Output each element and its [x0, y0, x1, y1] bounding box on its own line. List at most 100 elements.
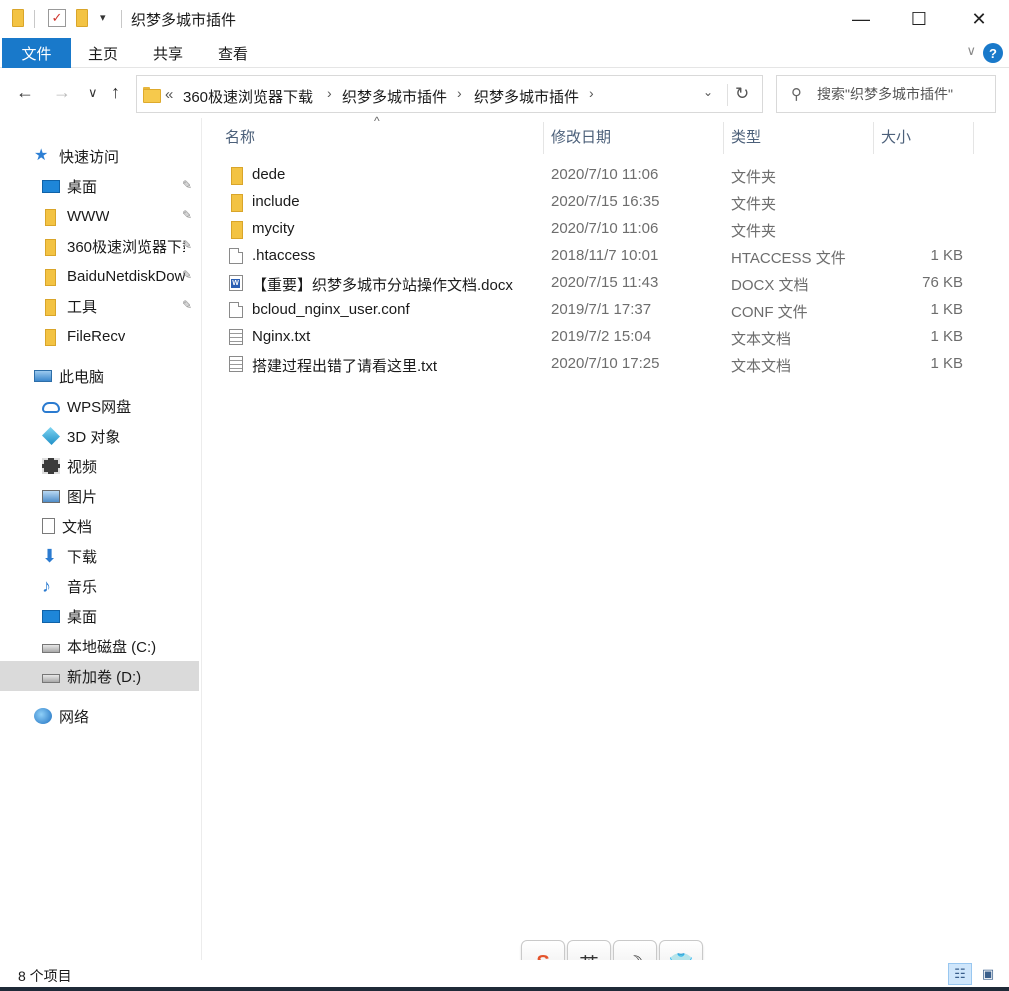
- column-divider[interactable]: [723, 122, 724, 154]
- refresh-button[interactable]: ↻: [735, 84, 749, 104]
- drive-icon: [42, 674, 60, 683]
- column-divider[interactable]: [543, 122, 544, 154]
- back-button[interactable]: ←: [16, 82, 34, 103]
- nav-label: 网络: [59, 708, 90, 726]
- file-list[interactable]: ^ 名称 修改日期 类型 大小 dede 2020/7/10 11:06 文件夹…: [203, 114, 1009, 960]
- new-folder-icon[interactable]: [76, 9, 88, 27]
- column-header-type[interactable]: 类型: [731, 118, 761, 154]
- nav-network[interactable]: 网络: [0, 701, 199, 731]
- music-icon: ♪: [42, 576, 51, 596]
- properties-icon[interactable]: ✓: [48, 9, 66, 27]
- nav-documents[interactable]: 文档: [0, 511, 199, 541]
- nav-wps-cloud[interactable]: WPS网盘: [0, 391, 199, 421]
- nav-tools[interactable]: 工具 ✎: [0, 291, 199, 321]
- tab-file[interactable]: 文件: [2, 38, 71, 68]
- pin-icon[interactable]: ✎: [182, 208, 192, 222]
- chevron-down-icon[interactable]: ∨: [966, 43, 976, 59]
- nav-drive-c[interactable]: 本地磁盘 (C:): [0, 631, 199, 661]
- nav-this-pc[interactable]: 此电脑: [0, 361, 199, 391]
- file-row[interactable]: dede 2020/7/10 11:06 文件夹: [223, 162, 983, 189]
- file-row[interactable]: include 2020/7/15 16:35 文件夹: [223, 189, 983, 216]
- file-type: 文件夹: [731, 196, 777, 213]
- file-date: 2019/7/2 15:04: [551, 328, 652, 345]
- file-date: 2019/7/1 17:37: [551, 301, 652, 318]
- nav-drive-d[interactable]: 新加卷 (D:): [0, 661, 199, 691]
- close-button[interactable]: ✕: [950, 0, 1008, 38]
- column-header-date[interactable]: 修改日期: [551, 118, 611, 154]
- file-date: 2020/7/10 11:06: [551, 166, 659, 183]
- pin-icon[interactable]: ✎: [182, 178, 192, 192]
- tab-share[interactable]: 共享: [143, 38, 193, 68]
- column-divider[interactable]: [873, 122, 874, 154]
- cloud-icon: [42, 402, 60, 413]
- column-header-size[interactable]: 大小: [881, 118, 911, 154]
- file-size: 1 KB: [930, 328, 963, 345]
- item-count: 8 个项目: [18, 968, 72, 984]
- breadcrumb-item[interactable]: 织梦多城市插件: [342, 86, 447, 107]
- nav-label: 此电脑: [59, 368, 105, 386]
- file-row[interactable]: 【重要】织梦多城市分站操作文档.docx 2020/7/15 11:43 DOC…: [223, 270, 983, 297]
- file-row[interactable]: bcloud_nginx_user.conf 2019/7/1 17:37 CO…: [223, 297, 983, 324]
- customize-toolbar-icon[interactable]: ▾: [100, 11, 106, 24]
- address-bar[interactable]: « 360极速浏览器下载 › 织梦多城市插件 › 织梦多城市插件 › ⌄ ↻: [136, 75, 763, 113]
- nav-videos[interactable]: 视频: [0, 451, 199, 481]
- recent-locations-button[interactable]: ∨: [88, 85, 98, 101]
- nav-desktop[interactable]: 桌面: [0, 601, 199, 631]
- nav-music[interactable]: ♪ 音乐: [0, 571, 199, 601]
- chevron-right-icon[interactable]: ›: [457, 85, 462, 101]
- maximize-button[interactable]: ☐: [890, 0, 948, 38]
- sort-ascending-icon: ^: [374, 114, 380, 128]
- picture-icon: [42, 489, 60, 503]
- file-row[interactable]: mycity 2020/7/10 11:06 文件夹: [223, 216, 983, 243]
- nav-downloads[interactable]: ⬇ 下载: [0, 541, 199, 571]
- search-box[interactable]: ⚲: [776, 75, 996, 113]
- nav-label: 3D 对象: [67, 428, 121, 446]
- file-row[interactable]: Nginx.txt 2019/7/2 15:04 文本文档 1 KB: [223, 324, 983, 351]
- folder-icon: [42, 298, 60, 316]
- nav-desktop-pinned[interactable]: 桌面 ✎: [0, 171, 199, 201]
- column-divider[interactable]: [973, 122, 974, 154]
- large-icons-view-button[interactable]: ▣: [976, 963, 1000, 985]
- nav-label: BaiduNetdiskDownload: [67, 267, 185, 285]
- details-view-button[interactable]: ☷: [948, 963, 972, 985]
- download-icon: ⬇: [42, 546, 58, 566]
- pin-icon[interactable]: ✎: [182, 268, 192, 282]
- nav-label: WPS网盘: [67, 398, 132, 416]
- search-input[interactable]: [817, 82, 989, 106]
- nav-quick-access[interactable]: ★ 快速访问: [0, 141, 199, 171]
- nav-filerecv[interactable]: FileRecv: [0, 321, 199, 351]
- nav-www[interactable]: WWW ✎: [0, 201, 199, 231]
- minimize-button[interactable]: —: [832, 0, 890, 38]
- divider: [121, 10, 122, 28]
- forward-button[interactable]: →: [53, 82, 71, 103]
- chevron-right-icon[interactable]: ›: [327, 85, 332, 101]
- tab-view[interactable]: 查看: [208, 38, 258, 68]
- nav-label: FileRecv: [67, 327, 126, 345]
- pin-icon[interactable]: ✎: [182, 238, 192, 252]
- nav-baidu-netdisk[interactable]: BaiduNetdiskDownload ✎: [0, 261, 199, 291]
- nav-360-download[interactable]: 360极速浏览器下载 ✎: [0, 231, 199, 261]
- divider: [34, 10, 35, 28]
- nav-label: WWW: [67, 207, 110, 225]
- nav-pictures[interactable]: 图片: [0, 481, 199, 511]
- column-header-name[interactable]: 名称: [225, 118, 255, 154]
- nav-3d-objects[interactable]: 3D 对象: [0, 421, 199, 451]
- address-dropdown-button[interactable]: ⌄: [703, 85, 713, 99]
- breadcrumb-item[interactable]: 织梦多城市插件: [474, 86, 579, 107]
- breadcrumb-item[interactable]: 360极速浏览器下载: [183, 86, 313, 107]
- nav-label: 新加卷 (D:): [67, 668, 142, 686]
- file-row[interactable]: .htaccess 2018/11/7 10:01 HTACCESS 文件 1 …: [223, 243, 983, 270]
- pin-icon[interactable]: ✎: [182, 298, 192, 312]
- help-icon[interactable]: ?: [983, 43, 1003, 63]
- divider: [727, 84, 728, 106]
- breadcrumb-overflow[interactable]: «: [165, 86, 173, 103]
- tab-home[interactable]: 主页: [78, 38, 128, 68]
- chevron-right-icon[interactable]: ›: [589, 85, 594, 101]
- folder-icon[interactable]: [12, 9, 24, 27]
- nav-label: 视频: [67, 458, 98, 476]
- file-date: 2020/7/15 11:43: [551, 274, 659, 291]
- file-size: 1 KB: [930, 301, 963, 318]
- navigation-pane[interactable]: ★ 快速访问 桌面 ✎ WWW ✎ 360极速浏览器下载 ✎ BaiduNetd…: [0, 118, 202, 960]
- file-row[interactable]: 搭建过程出错了请看这里.txt 2020/7/10 17:25 文本文档 1 K…: [223, 351, 983, 378]
- up-button[interactable]: ↑: [111, 82, 120, 103]
